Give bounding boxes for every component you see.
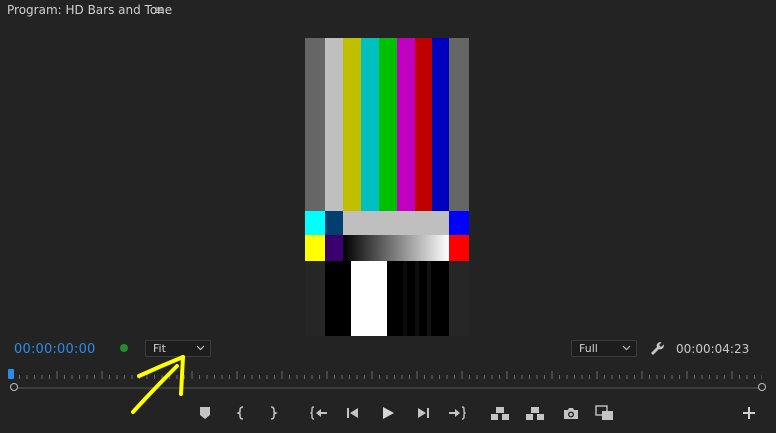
mark-out-icon [270, 406, 278, 420]
time-ruler[interactable] [10, 368, 762, 382]
chevron-down-icon [622, 345, 631, 351]
scrollbar-left-handle[interactable] [10, 383, 18, 391]
step-back-icon [347, 408, 358, 418]
mark-out-button[interactable] [262, 403, 284, 423]
lift-button[interactable] [489, 403, 511, 423]
panel-menu-icon[interactable]: ≡ [154, 3, 164, 17]
go-to-in-button[interactable] [308, 403, 330, 423]
step-forward-icon [418, 408, 429, 418]
export-frame-button[interactable] [560, 403, 582, 423]
go-to-in-icon [310, 406, 327, 420]
mark-in-button[interactable] [230, 403, 252, 423]
panel-title[interactable]: Program: HD Bars and Tone [7, 3, 172, 17]
wrench-icon[interactable] [648, 340, 664, 356]
add-button[interactable] [738, 403, 760, 423]
lift-icon [491, 407, 509, 420]
program-monitor-frame[interactable] [305, 38, 469, 336]
zoom-scrollbar[interactable] [14, 387, 762, 389]
comparison-view-button[interactable] [594, 403, 616, 423]
plus-icon [743, 407, 755, 419]
step-back-button[interactable] [342, 403, 364, 423]
extract-icon [526, 407, 544, 420]
go-to-out-button[interactable] [446, 403, 468, 423]
color-bars-image [305, 38, 469, 336]
extract-button[interactable] [524, 403, 546, 423]
duration-timecode: 00:00:04:23 [676, 342, 750, 356]
annotation-arrow [131, 355, 185, 414]
zoom-level-select[interactable]: Fit [145, 340, 211, 357]
current-timecode[interactable]: 00:00:00:00 [14, 342, 96, 357]
zoom-level-value: Fit [153, 342, 166, 355]
add-marker-button[interactable] [194, 403, 216, 423]
play-icon [383, 407, 394, 419]
comparison-view-icon [595, 405, 613, 420]
step-forward-button[interactable] [412, 403, 434, 423]
camera-icon [564, 408, 578, 419]
mark-in-icon [236, 406, 244, 420]
playback-resolution-value: Full [579, 342, 598, 355]
status-indicator-dot [120, 344, 128, 352]
playhead[interactable] [8, 369, 14, 379]
add-marker-icon [200, 407, 210, 419]
play-button[interactable] [377, 403, 399, 423]
chevron-down-icon [196, 345, 205, 351]
go-to-out-icon [449, 406, 466, 420]
scrollbar-right-handle[interactable] [758, 383, 766, 391]
playback-resolution-select[interactable]: Full [571, 340, 637, 357]
